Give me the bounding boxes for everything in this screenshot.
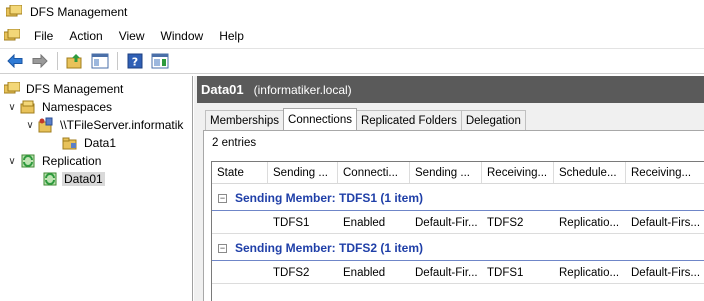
help-icon[interactable]: ? <box>124 50 146 72</box>
svg-text:?: ? <box>132 56 138 69</box>
column-header-receiving-member[interactable]: Receiving... <box>482 162 554 183</box>
system-menu-icon[interactable] <box>3 28 21 43</box>
replication-group-icon <box>42 171 58 187</box>
cell-state <box>212 262 268 283</box>
dfs-management-icon <box>4 81 20 97</box>
cell-schedule: Replicatio... <box>559 266 620 279</box>
up-folder-icon[interactable] <box>64 50 86 72</box>
tree-item-data1[interactable]: Data1 <box>60 134 118 152</box>
title-bar: DFS Management <box>0 0 704 24</box>
tree-item-data01[interactable]: Data01 <box>40 170 105 188</box>
forward-arrow-icon[interactable] <box>29 50 51 72</box>
connections-grid: State Sending ... Connecti... Sending ..… <box>211 161 704 301</box>
column-header-state[interactable]: State <box>212 162 268 183</box>
cell-receiving-member: TDFS2 <box>487 216 524 229</box>
tree-item-label: DFS Management <box>26 82 124 96</box>
tab-delegation[interactable]: Delegation <box>460 110 526 130</box>
cell-sending-site: Default-Fir... <box>415 266 478 279</box>
chevron-down-icon[interactable]: ∨ <box>24 120 36 131</box>
cell-receiving-member: TDFS1 <box>487 266 524 279</box>
cell-receiving-site: Default-Firs... <box>631 266 701 279</box>
collapse-group-icon[interactable]: − <box>218 193 227 203</box>
back-arrow-icon[interactable] <box>4 50 26 72</box>
group-underline <box>212 260 704 261</box>
column-header-connection[interactable]: Connecti... <box>338 162 410 183</box>
cell-sending-member: TDFS2 <box>273 266 310 279</box>
tree-item-replication[interactable]: ∨ Replication <box>6 152 103 170</box>
menu-action[interactable]: Action <box>61 29 110 43</box>
menu-view[interactable]: View <box>111 29 153 43</box>
tab-connections[interactable]: Connections <box>283 108 357 130</box>
details-domain: (informatiker.local) <box>253 82 352 97</box>
group-underline <box>212 210 704 211</box>
console-tree: DFS Management ∨ Namespaces ∨ \\TFileSer… <box>0 76 193 301</box>
tree-item-label: Namespaces <box>42 100 113 114</box>
tree-item-label: Replication <box>42 154 102 168</box>
group-title: Sending Member: TDFS2 (1 item) <box>235 241 424 255</box>
cell-connection: Enabled <box>343 216 386 229</box>
tree-item-namespaces[interactable]: ∨ Namespaces <box>6 98 114 116</box>
details-pane: Data01 (informatiker.local) Memberships … <box>197 76 704 301</box>
details-node-name: Data01 <box>201 82 244 97</box>
tree-item-label: \\TFileServer.informatik <box>60 118 184 132</box>
group-header-tdfs1[interactable]: − Sending Member: TDFS1 (1 item) <box>212 184 704 212</box>
toolbar-separator <box>117 52 118 70</box>
cell-schedule: Replicatio... <box>559 216 620 229</box>
column-header-sending-site[interactable]: Sending ... <box>410 162 482 183</box>
collapse-group-icon[interactable]: − <box>218 243 227 253</box>
group-header-tdfs2[interactable]: − Sending Member: TDFS2 (1 item) <box>212 234 704 262</box>
replication-icon <box>20 153 36 169</box>
toolbar: ? <box>0 48 704 74</box>
connections-panel: 2 entries State Sending ... Connecti... … <box>203 130 704 301</box>
menu-help[interactable]: Help <box>211 29 252 43</box>
cell-sending-site: Default-Fir... <box>415 216 478 229</box>
tab-strip: Memberships Connections Replicated Folde… <box>205 108 526 130</box>
entries-count: 2 entries <box>212 137 257 149</box>
table-row[interactable]: TDFS1 Enabled Default-Fir... TDFS2 Repli… <box>212 212 704 234</box>
show-hide-tree-icon[interactable] <box>89 50 111 72</box>
column-header-schedule[interactable]: Schedule... <box>554 162 626 183</box>
cell-connection: Enabled <box>343 266 386 279</box>
namespaces-icon <box>20 99 36 115</box>
grid-header: State Sending ... Connecti... Sending ..… <box>212 162 704 184</box>
column-header-sending-member[interactable]: Sending ... <box>268 162 338 183</box>
tree-item-dfs-management[interactable]: DFS Management <box>2 80 125 98</box>
action-pane-icon[interactable] <box>149 50 171 72</box>
tab-replicated-folders[interactable]: Replicated Folders <box>355 110 462 130</box>
chevron-down-icon[interactable]: ∨ <box>6 102 18 113</box>
tree-item-label: Data1 <box>84 136 117 150</box>
window-title: DFS Management <box>30 5 128 19</box>
column-header-receiving-site[interactable]: Receiving... <box>626 162 704 183</box>
tree-item-label: Data01 <box>62 172 105 186</box>
dfs-management-app-icon <box>5 4 23 19</box>
folder-target-icon <box>62 135 78 151</box>
menu-bar: File Action View Window Help <box>0 26 704 46</box>
chevron-down-icon[interactable]: ∨ <box>6 156 18 167</box>
menu-file[interactable]: File <box>26 29 61 43</box>
toolbar-separator <box>57 52 58 70</box>
namespace-server-icon <box>38 117 54 133</box>
tree-item-namespace-server[interactable]: ∨ \\TFileServer.informatik <box>24 116 185 134</box>
cell-receiving-site: Default-Firs... <box>631 216 701 229</box>
menu-window[interactable]: Window <box>153 29 212 43</box>
cell-sending-member: TDFS1 <box>273 216 310 229</box>
group-title: Sending Member: TDFS1 (1 item) <box>235 191 424 205</box>
details-header: Data01 (informatiker.local) <box>197 76 704 103</box>
table-row[interactable]: TDFS2 Enabled Default-Fir... TDFS1 Repli… <box>212 262 704 284</box>
tab-memberships[interactable]: Memberships <box>205 110 285 130</box>
cell-state <box>212 212 268 233</box>
